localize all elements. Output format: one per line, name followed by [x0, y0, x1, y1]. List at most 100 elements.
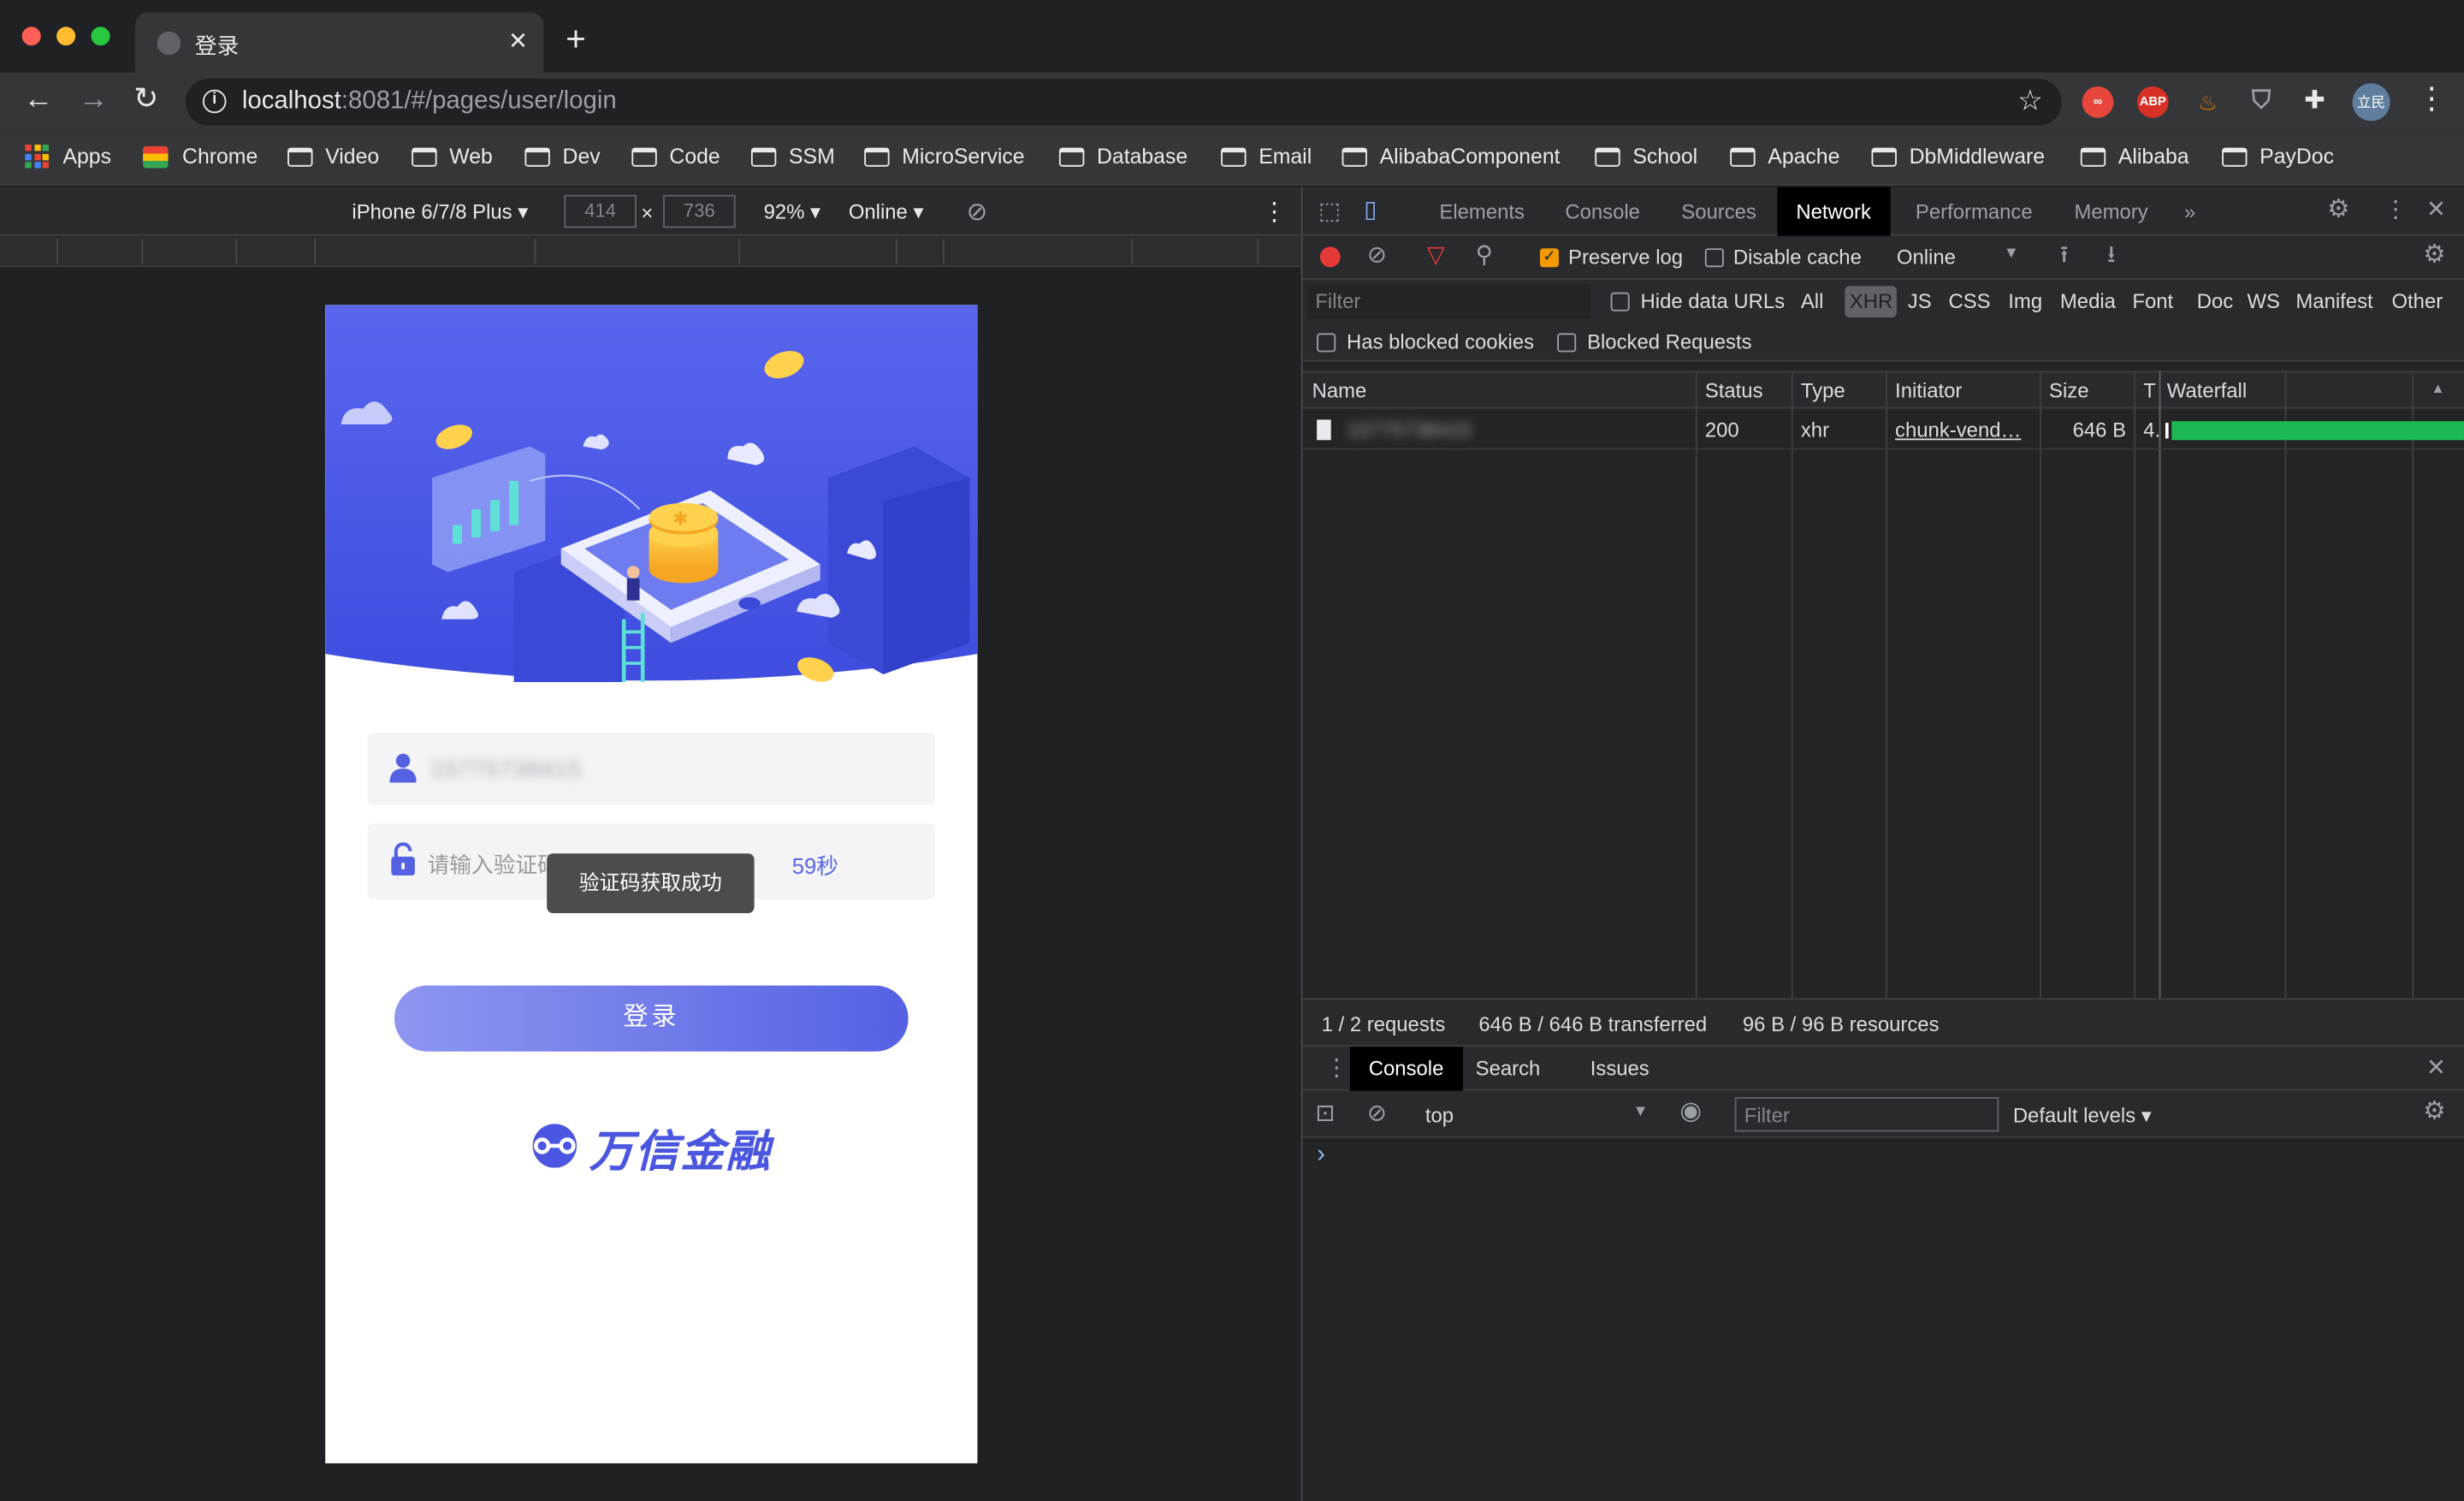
minimize-window-button[interactable]	[56, 27, 76, 46]
clear-console-icon[interactable]: ⊘	[1367, 1101, 1387, 1127]
request-initiator-link[interactable]: chunk-vend…	[1895, 418, 2021, 442]
throttling-select[interactable]: Online	[1897, 246, 1956, 270]
clear-icon[interactable]: ⊘	[1367, 243, 1387, 269]
drawer-tab-search[interactable]: Search	[1476, 1047, 1541, 1090]
countdown-label[interactable]: 59秒	[792, 851, 838, 882]
bookmark-video[interactable]: Video	[287, 145, 379, 169]
viewport-width-input[interactable]: 414	[564, 194, 637, 228]
type-filter-img[interactable]: Img	[2008, 289, 2042, 313]
export-har-icon[interactable]: ⭳	[2107, 243, 2116, 269]
tab-memory[interactable]: Memory	[2074, 187, 2147, 236]
devtools-menu-icon[interactable]: ⋮	[2384, 198, 2408, 222]
login-button[interactable]: 登录	[394, 985, 909, 1052]
table-row[interactable]: 15775738415 200 xhr chunk-vend… 646 B 4.	[1302, 410, 2464, 450]
tab-console[interactable]: Console	[1565, 187, 1640, 236]
zoom-select[interactable]: 92% ▾	[764, 199, 820, 224]
preserve-log-checkbox[interactable]: ✓	[1539, 248, 1560, 268]
log-levels-select[interactable]: Default levels ▾	[2013, 1103, 2152, 1128]
network-settings-gear-icon[interactable]: ⚙	[2423, 243, 2445, 269]
live-expression-eye-icon[interactable]: ◉	[1679, 1100, 1702, 1125]
tab-sources[interactable]: Sources	[1681, 187, 1756, 236]
console-filter-input[interactable]: Filter	[1734, 1097, 1999, 1132]
context-select[interactable]: top	[1425, 1103, 1454, 1127]
extensions-puzzle-icon[interactable]: ✚	[2299, 86, 2331, 118]
throttling-chevron-icon[interactable]: ▼	[2004, 246, 2019, 263]
phone-input[interactable]: 15775738415	[367, 732, 935, 805]
close-window-button[interactable]	[21, 27, 41, 46]
type-filter-manifest[interactable]: Manifest	[2295, 289, 2372, 313]
context-chevron-icon[interactable]: ▼	[1632, 1103, 1648, 1120]
bookmark-apps[interactable]: Apps	[25, 144, 111, 169]
sort-asc-icon[interactable]: ▲	[2431, 380, 2444, 395]
url-text[interactable]: localhost:8081/#/pages/user/login	[242, 88, 617, 116]
close-tab-icon[interactable]: ✕	[508, 27, 528, 55]
drawer-tab-console[interactable]: Console	[1349, 1047, 1463, 1091]
column-waterfall[interactable]: Waterfall	[2167, 379, 2247, 403]
more-tabs-icon[interactable]: »	[2184, 187, 2195, 236]
bookmark-email[interactable]: Email	[1221, 145, 1312, 169]
column-type[interactable]: Type	[1801, 379, 1845, 403]
type-filter-ws[interactable]: WS	[2247, 289, 2279, 313]
console-output[interactable]: ›	[1302, 1137, 2464, 1501]
drawer-menu-icon[interactable]: ⋮	[1324, 1055, 1348, 1081]
bookmark-school[interactable]: School	[1595, 145, 1697, 169]
bookmark-paydoc[interactable]: PayDoc	[2222, 145, 2334, 169]
type-filter-js[interactable]: JS	[1908, 289, 1932, 313]
bookmark-database[interactable]: Database	[1058, 145, 1188, 169]
column-initiator[interactable]: Initiator	[1895, 379, 1962, 403]
drawer-tab-issues[interactable]: Issues	[1590, 1047, 1650, 1090]
rotate-icon[interactable]: ⊘	[967, 197, 988, 228]
type-filter-font[interactable]: Font	[2132, 289, 2173, 313]
close-drawer-icon[interactable]: ✕	[2426, 1055, 2446, 1081]
column-status[interactable]: Status	[1705, 379, 1763, 403]
inspect-element-icon[interactable]: ⬚	[1318, 199, 1341, 224]
type-filter-other[interactable]: Other	[2391, 289, 2443, 313]
blocked-requests-checkbox[interactable]	[1557, 333, 1577, 353]
close-devtools-icon[interactable]: ✕	[2426, 198, 2446, 222]
has-blocked-cookies-checkbox[interactable]	[1317, 333, 1336, 353]
extension-infinity-icon[interactable]: ∞	[2082, 86, 2114, 118]
network-throttle-select[interactable]: Online ▾	[849, 199, 924, 224]
record-icon[interactable]	[1319, 246, 1341, 268]
bookmark-microservice[interactable]: MicroService	[864, 145, 1025, 169]
bookmark-star-icon[interactable]: ☆	[2017, 85, 2043, 118]
bookmark-dev[interactable]: Dev	[524, 145, 601, 169]
site-info-icon[interactable]: i	[202, 89, 227, 114]
column-time[interactable]: T	[2143, 379, 2156, 403]
type-filter-css[interactable]: CSS	[1949, 289, 1991, 313]
column-size[interactable]: Size	[2049, 379, 2088, 403]
search-icon[interactable]: ⚲	[1476, 243, 1493, 269]
extension-abp-icon[interactable]: ABP	[2136, 86, 2169, 118]
extension-fan-icon[interactable]: ♨	[2192, 86, 2224, 118]
tab-performance[interactable]: Performance	[1916, 187, 2033, 236]
bookmark-chrome[interactable]: Chrome	[143, 145, 258, 169]
type-filter-xhr[interactable]: XHR	[1845, 286, 1898, 318]
bookmark-alibaba[interactable]: Alibaba	[2080, 145, 2189, 169]
bookmark-alibabacomponent[interactable]: AlibabaComponent	[1342, 145, 1561, 169]
type-filter-media[interactable]: Media	[2060, 289, 2116, 313]
reload-icon[interactable]: ↻	[133, 84, 158, 116]
bookmark-apache[interactable]: Apache	[1730, 145, 1839, 169]
browser-menu-icon[interactable]: ⋮	[2417, 84, 2447, 116]
extension-shield-icon[interactable]: ⛉	[2246, 86, 2277, 118]
type-filter-doc[interactable]: Doc	[2197, 289, 2233, 313]
profile-avatar[interactable]: 立民	[2352, 83, 2390, 122]
settings-gear-icon[interactable]: ⚙	[2327, 198, 2349, 222]
maximize-window-button[interactable]	[91, 27, 110, 46]
console-settings-gear-icon[interactable]: ⚙	[2423, 1100, 2445, 1125]
bookmark-dbmiddleware[interactable]: DbMiddleware	[1871, 145, 2045, 169]
forward-arrow-icon[interactable]: →	[79, 84, 109, 116]
filter-funnel-icon[interactable]: ▽	[1427, 243, 1445, 269]
device-options-menu-icon[interactable]: ⋮	[1262, 197, 1287, 228]
column-name[interactable]: Name	[1312, 379, 1367, 403]
bookmark-ssm[interactable]: SSM	[750, 145, 835, 169]
bookmark-code[interactable]: Code	[631, 145, 720, 169]
tab-network[interactable]: Network	[1777, 187, 1890, 236]
hide-data-urls-checkbox[interactable]	[1610, 292, 1630, 311]
type-filter-all[interactable]: All	[1801, 289, 1824, 313]
device-select[interactable]: iPhone 6/7/8 Plus ▾	[352, 199, 528, 224]
console-sidebar-icon[interactable]: ⊡	[1315, 1101, 1335, 1127]
network-filter-input[interactable]: Filter	[1307, 284, 1590, 319]
device-toggle-icon[interactable]: ▯	[1364, 198, 1377, 222]
tab-elements[interactable]: Elements	[1439, 187, 1525, 236]
